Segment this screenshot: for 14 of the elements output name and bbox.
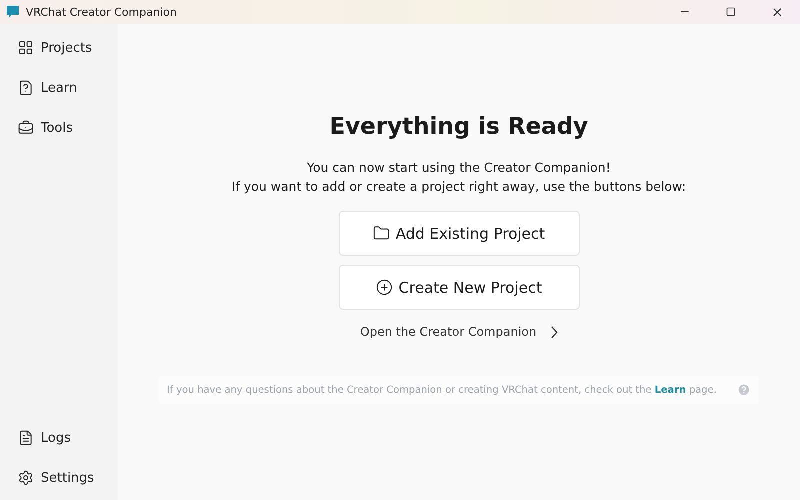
sidebar-item[interactable]: Projects <box>0 34 118 62</box>
help-text: If you have any questions about the Creator Companion or creating VRChat content, check out the Learn page. <box>167 384 717 396</box>
window-title: VRChat Creator Companion <box>26 6 178 18</box>
sidebar-item[interactable]: Logs <box>0 424 118 452</box>
open-companion-link[interactable]: Open the Creator Companion <box>354 324 564 340</box>
sidebar-item[interactable]: Tools <box>0 114 118 142</box>
heading: Everything is Ready <box>330 114 588 140</box>
sidebar-item[interactable]: Learn <box>0 74 118 102</box>
sidebar-item[interactable]: Settings <box>0 464 118 492</box>
learn-link[interactable]: Learn <box>654 384 686 396</box>
project-button[interactable]: Create New Project <box>338 265 580 310</box>
project-button[interactable]: Add Existing Project <box>338 211 580 256</box>
intro-text: You can now start using the Creator Companion! <box>306 159 612 177</box>
intro-text: If you want to add or create a project right away, use the buttons below: <box>232 178 686 196</box>
